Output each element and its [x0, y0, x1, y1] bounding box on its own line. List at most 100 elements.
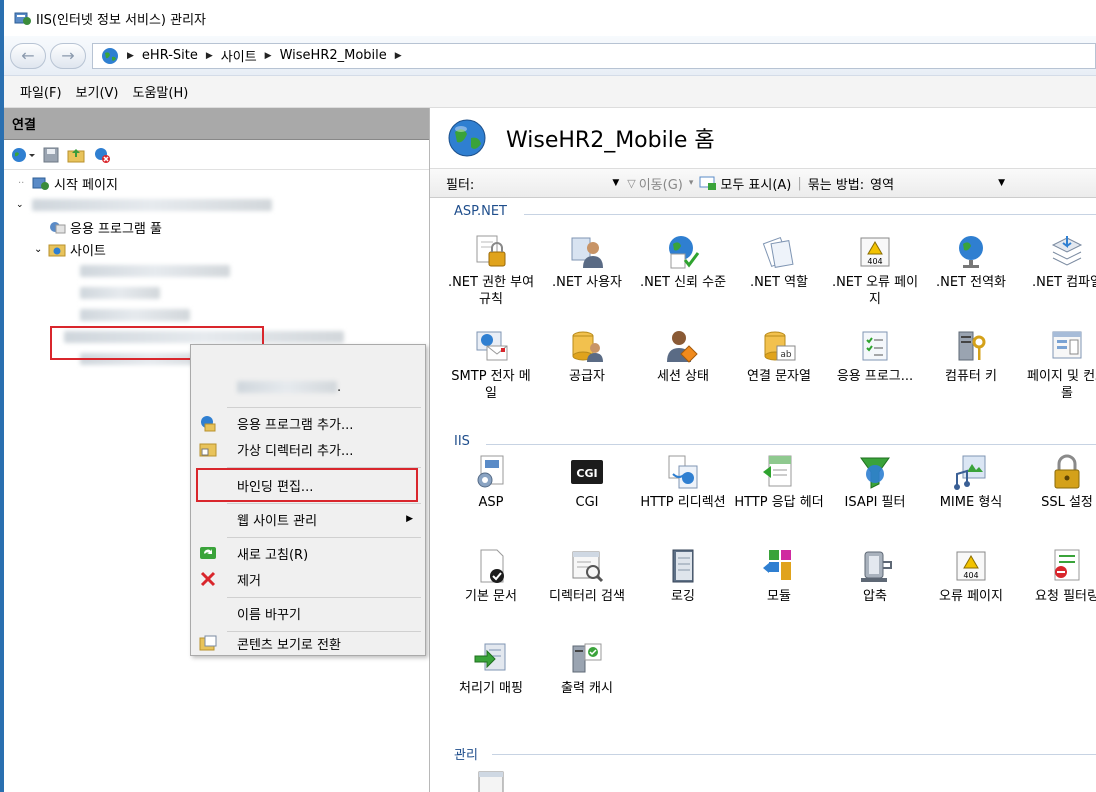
feature-output-caching[interactable]: 출력 캐시: [542, 640, 632, 697]
edit-bindings-highlight: [196, 468, 418, 502]
menu-label-add-app: 응용 프로그램 추가...: [237, 417, 354, 433]
feature-cgi[interactable]: CGI CGI: [542, 454, 632, 511]
cgi-icon: CGI: [571, 460, 603, 484]
crumb-sites[interactable]: 사이트: [221, 46, 257, 65]
go-dropdown-icon[interactable]: ▾: [689, 178, 694, 188]
connect-globe-icon[interactable]: [10, 146, 36, 164]
group-divider: [524, 214, 1096, 215]
tree-item-sites[interactable]: ⌄ 사이트: [4, 238, 429, 260]
go-button[interactable]: 이동(G): [639, 174, 683, 193]
menu-item-content-view[interactable]: 콘텐츠 보기로 전환: [191, 631, 425, 655]
response-headers-icon: [763, 455, 792, 487]
feature-net-trust-levels[interactable]: .NET 신뢰 수준: [638, 234, 728, 291]
crumb-ehr-site[interactable]: eHR-Site: [142, 48, 198, 63]
tree-item-site-blurred[interactable]: [4, 260, 429, 282]
group-label-iis: IIS: [454, 434, 470, 449]
tree-item-app-pools[interactable]: 응용 프로그램 풀: [4, 216, 429, 238]
tree-item-site-blurred[interactable]: [4, 304, 429, 326]
menu-file[interactable]: 파일(F): [20, 82, 62, 101]
feature-http-redirect[interactable]: HTTP 리디렉션: [638, 454, 728, 511]
forward-button[interactable]: →: [50, 42, 86, 69]
feature-session-state[interactable]: 세션 상태: [638, 328, 728, 385]
feature-net-error-pages[interactable]: 404 .NET 오류 페이지: [830, 234, 920, 308]
funnel-icon: ▽: [627, 176, 636, 190]
feature-modules[interactable]: 모듈: [734, 548, 824, 605]
feature-label: .NET 역할: [749, 275, 809, 290]
show-all-button[interactable]: 모두 표시(A): [720, 174, 791, 193]
smtp-email-icon: [476, 331, 508, 361]
back-button[interactable]: ←: [10, 42, 46, 69]
connections-header: 연결: [4, 108, 429, 140]
feature-management-partial[interactable]: [446, 768, 536, 792]
menu-label-remove: 제거: [237, 573, 261, 589]
feature-handler-mappings[interactable]: 처리기 매핑: [446, 640, 536, 697]
feature-label: 디렉터리 검색: [549, 589, 625, 604]
menu-label-manage-website: 웹 사이트 관리: [237, 513, 318, 529]
feature-net-roles[interactable]: .NET 역할: [734, 234, 824, 291]
feature-label: 처리기 매핑: [459, 681, 523, 696]
tree-item-start-page[interactable]: ·· 시작 페이지: [4, 172, 429, 194]
menu-label-blurred-tail: .: [337, 379, 342, 395]
disconnect-icon[interactable]: [92, 146, 112, 164]
feature-isapi-filters[interactable]: ISAPI 필터: [830, 454, 920, 511]
feature-ssl-settings[interactable]: SSL 설정: [1022, 454, 1096, 511]
menu-item-blurred[interactable]: .: [191, 375, 425, 399]
menu-item-rename[interactable]: 이름 바꾸기: [191, 601, 425, 625]
tree-item-site-blurred[interactable]: [4, 282, 429, 304]
up-folder-icon[interactable]: [66, 146, 86, 164]
iis-manager-window: IIS(인터넷 정보 서비스) 관리자 ← → ▶ eHR-Site ▶ 사이트…: [0, 0, 1096, 792]
feature-providers[interactable]: 공급자: [542, 328, 632, 385]
group-by-dropdown-icon[interactable]: ▼: [998, 178, 1005, 188]
feature-label: 요청 필터링: [1035, 589, 1096, 604]
roles-icon: [762, 237, 794, 268]
feature-net-users[interactable]: .NET 사용자: [542, 234, 632, 291]
feature-compression[interactable]: 압축: [830, 548, 920, 605]
menu-label-add-vdir: 가상 디렉터리 추가...: [237, 443, 354, 459]
cgi-icon-text: CGI: [576, 467, 597, 480]
tree-item-server[interactable]: ⌄: [4, 194, 429, 216]
group-by-label: 묶는 방법:: [807, 177, 865, 193]
feature-label: HTTP 리디렉션: [640, 495, 726, 510]
collapse-icon[interactable]: ⌄: [16, 200, 32, 210]
feature-connection-strings[interactable]: ab 연결 문자열: [734, 328, 824, 385]
menu-item-add-app[interactable]: 응용 프로그램 추가...: [191, 411, 425, 435]
group-by-select[interactable]: 영역: [870, 174, 998, 193]
feature-http-response-headers[interactable]: HTTP 응답 헤더: [734, 454, 824, 511]
content-view-icon: [199, 635, 217, 651]
feature-directory-browsing[interactable]: 디렉터리 검색: [542, 548, 632, 605]
feature-asp[interactable]: ASP: [446, 454, 536, 511]
menu-item-remove[interactable]: 제거: [191, 567, 425, 591]
feature-mime-types[interactable]: MIME 형식: [926, 454, 1016, 511]
feature-pages-controls[interactable]: 페이지 및 컨트롤: [1022, 328, 1096, 402]
feature-default-document[interactable]: 기본 문서: [446, 548, 536, 605]
menu-view[interactable]: 보기(V): [76, 82, 119, 101]
feature-error-pages[interactable]: 404 오류 페이지: [926, 548, 1016, 605]
lock-document-icon: [476, 235, 506, 267]
feature-smtp-email[interactable]: SMTP 전자 메일: [446, 328, 536, 402]
feature-net-authorization[interactable]: .NET 권한 부여 규칙: [446, 234, 536, 308]
menu-item-manage-website[interactable]: 웹 사이트 관리 ▶: [191, 507, 425, 531]
feature-request-filtering[interactable]: 요청 필터링: [1022, 548, 1096, 605]
breadcrumb[interactable]: ▶ eHR-Site ▶ 사이트 ▶ WiseHR2_Mobile ▶: [92, 42, 1096, 69]
feature-net-globalization[interactable]: .NET 전역화: [926, 234, 1016, 291]
crumb-arrow-icon[interactable]: ▶: [395, 51, 402, 61]
feature-machine-key[interactable]: 컴퓨터 키: [926, 328, 1016, 385]
save-icon[interactable]: [42, 146, 60, 164]
feature-app-settings[interactable]: 응용 프로그...: [830, 328, 920, 385]
feature-logging[interactable]: 로깅: [638, 548, 728, 605]
crumb-site-name[interactable]: WiseHR2_Mobile: [280, 48, 387, 63]
menu-help[interactable]: 도움말(H): [133, 82, 189, 101]
feature-net-compilation[interactable]: .NET 컴파일: [1022, 234, 1096, 291]
error-code-label: 404: [867, 257, 882, 266]
menu-item-refresh[interactable]: 새로 고침(R): [191, 541, 425, 565]
feature-label: 모듈: [767, 589, 791, 604]
site-name-blurred: [80, 287, 160, 299]
menu-item-add-vdir[interactable]: 가상 디렉터리 추가...: [191, 437, 425, 461]
filter-dropdown-icon[interactable]: ▼: [612, 178, 619, 188]
feature-label: 로깅: [671, 589, 695, 604]
menu-bar: 파일(F) 보기(V) 도움말(H): [4, 76, 1096, 108]
feature-label: 연결 문자열: [747, 369, 811, 384]
compression-vise-icon: [861, 551, 892, 582]
connection-strings-icon: ab: [764, 331, 796, 361]
expand-arrow-icon[interactable]: ⌄: [34, 244, 48, 255]
